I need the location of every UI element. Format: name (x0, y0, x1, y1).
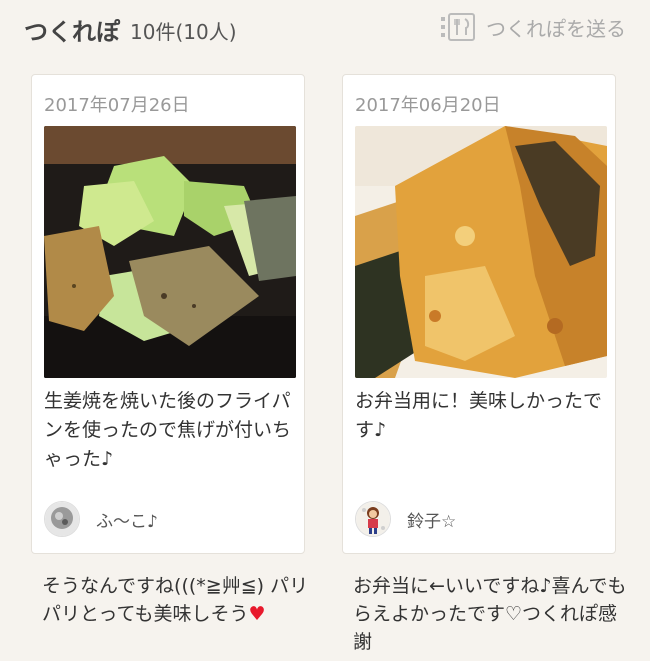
avatar (44, 501, 80, 537)
report-user[interactable]: 鈴子☆ (355, 501, 456, 537)
reply-text: お弁当に←いいですね♪喜んでもらえよかったです♡つくれぽ感謝 (353, 575, 627, 653)
report-card[interactable]: 2017年06月20日 お弁当用に！美味しかったです♪ 鈴子☆ (342, 74, 616, 554)
report-photo[interactable] (355, 126, 607, 378)
user-name: ふ〜こ♪ (96, 511, 158, 532)
page-title: つくれぽ (24, 18, 120, 46)
author-reply: そうなんですね(((*≧艸≦) パリパリとっても美味しそう♥ (42, 572, 320, 628)
send-report-label: つくれぽを送る (486, 16, 626, 41)
heart-icon: ♥ (248, 603, 266, 625)
menu-fork-icon (441, 13, 475, 41)
report-date: 2017年06月20日 (355, 95, 501, 116)
reply-text: そうなんですね(((*≧艸≦) パリパリとっても美味しそう (42, 575, 309, 625)
report-date: 2017年07月26日 (44, 95, 190, 116)
report-photo[interactable] (44, 126, 296, 378)
author-reply: お弁当に←いいですね♪喜んでもらえよかったです♡つくれぽ感謝 (353, 572, 631, 656)
report-card[interactable]: 2017年07月26日 生姜焼を焼いた後のフライパンを使ったので焦げが付いちゃっ… (31, 74, 305, 554)
avatar (355, 501, 391, 537)
report-comment: お弁当用に！美味しかったです♪ (355, 390, 603, 441)
header: つくれぽ 10件(10人) つくれぽを送る (0, 0, 650, 56)
report-user[interactable]: ふ〜こ♪ (44, 501, 158, 537)
report-count: 10件(10人) (130, 20, 237, 44)
user-name: 鈴子☆ (407, 511, 457, 532)
send-report-button[interactable]: つくれぽを送る (440, 12, 626, 42)
report-comment: 生姜焼を焼いた後のフライパンを使ったので焦げが付いちゃった♪ (44, 390, 292, 470)
